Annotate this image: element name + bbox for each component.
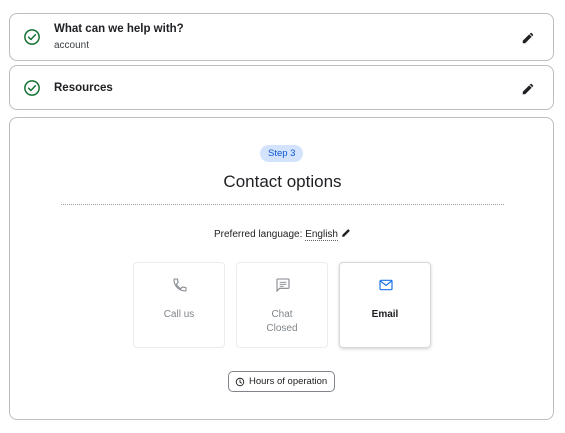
step-badge: Step 3 [260, 145, 304, 162]
hours-of-operation-button[interactable]: Hours of operation [228, 371, 336, 392]
phone-icon [172, 277, 188, 293]
hours-button-label: Hours of operation [249, 376, 328, 387]
option-label: Call us [163, 309, 195, 320]
option-label: Email [371, 309, 399, 320]
language-label: Preferred language: [214, 229, 303, 240]
preferred-language: Preferred language: English [10, 228, 555, 241]
call-us-option: Call us [133, 262, 225, 348]
step-answer: account [54, 40, 90, 51]
option-title: Chat [271, 309, 293, 320]
step-title: Resources [54, 82, 113, 94]
divider [61, 204, 504, 205]
option-label: Chat Closed [237, 308, 327, 336]
pencil-icon[interactable] [341, 228, 351, 238]
language-value-link[interactable]: English [305, 229, 338, 241]
email-option[interactable]: Email [339, 262, 431, 348]
option-status: Closed [266, 323, 298, 334]
chat-option: Chat Closed [236, 262, 328, 348]
chat-icon [275, 277, 291, 293]
step-card-what-can-we-help: What can we help with? account [9, 13, 554, 61]
section-title: Contact options [223, 172, 342, 191]
pencil-icon[interactable] [521, 82, 535, 96]
step-title: What can we help with? [54, 23, 184, 35]
pencil-icon[interactable] [521, 31, 535, 45]
clock-icon [235, 377, 245, 387]
step-card-resources: Resources [9, 65, 554, 110]
contact-options-card: Step 3 Contact options Preferred languag… [9, 117, 554, 420]
check-circle-icon [23, 79, 41, 97]
mail-icon [378, 277, 394, 293]
check-circle-icon [23, 28, 41, 46]
